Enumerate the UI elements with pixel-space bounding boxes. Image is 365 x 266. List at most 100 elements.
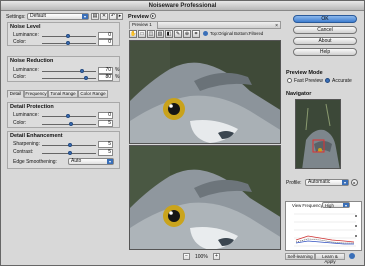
delete-preset-icon[interactable]: ✕ xyxy=(100,13,108,20)
chevron-down-icon: ▾ xyxy=(342,180,348,185)
settings-select-value: Default xyxy=(30,13,46,19)
view-frequency-select[interactable]: High ▾ xyxy=(322,202,350,208)
hand-tool-icon[interactable]: ✋ xyxy=(129,30,137,38)
ok-button[interactable]: OK xyxy=(293,15,357,23)
preview-original-image[interactable] xyxy=(129,40,281,144)
single-view-icon[interactable]: □ xyxy=(138,30,146,38)
detail-enhancement-group: Detail Enhancement Sharpening: 5 Contras… xyxy=(7,131,120,169)
detail-protection-color-thumb[interactable] xyxy=(69,122,73,126)
cancel-button[interactable]: Cancel xyxy=(293,26,357,34)
split-view-icon[interactable]: ◫ xyxy=(147,30,155,38)
chevron-down-icon: ▾ xyxy=(343,203,349,208)
preview-menu-icon[interactable]: ▸ xyxy=(150,13,156,19)
preview-title: Preview xyxy=(128,14,149,20)
tab-color-range[interactable]: Color Range xyxy=(78,90,108,98)
fast-preview-label: Fast Preview xyxy=(294,78,323,84)
save-preset-icon[interactable]: ▤ xyxy=(91,13,99,20)
tab-self-learning[interactable]: Self-learning xyxy=(285,253,315,260)
noise-reduction-title: Noise Reduction xyxy=(10,58,54,64)
profile-label: Profile: xyxy=(286,180,302,186)
contrast-label: Contrast: xyxy=(13,149,34,155)
noise-level-group: Noise Level Luminance: 0 Color: 0 xyxy=(7,22,120,46)
menu-icon[interactable]: ▸ xyxy=(117,13,123,20)
profile-tabs: Self-learning Learn & Apply xyxy=(285,253,362,264)
navigator-title: Navigator xyxy=(286,91,312,97)
detail-protection-luminance-thumb[interactable] xyxy=(66,114,70,118)
noise-reduction-luminance-field[interactable]: 70 xyxy=(98,67,113,74)
help-button[interactable]: Help xyxy=(293,48,357,56)
tab-detail[interactable]: Detail xyxy=(7,90,24,98)
view-frequency-value: High xyxy=(325,203,334,208)
noise-reduction-color-unit: % xyxy=(115,74,120,80)
noise-reduction-luminance-label: Luminance: xyxy=(13,67,39,73)
tab-frequency[interactable]: Frequency xyxy=(24,90,48,98)
accurate-radio[interactable] xyxy=(325,78,330,83)
edge-smoothening-label: Edge Smoothening: xyxy=(13,159,57,165)
noise-level-color-label: Color: xyxy=(13,39,27,45)
chevron-down-icon: ▾ xyxy=(82,14,88,19)
control-panel: OK Cancel About Help Preview Mode Fast P… xyxy=(283,12,364,265)
settings-select[interactable]: Default ▾ xyxy=(27,13,89,20)
plugin-window: Noiseware Professional Settings: Default… xyxy=(0,0,365,266)
sharpening-thumb[interactable] xyxy=(68,143,72,147)
fast-preview-radio[interactable] xyxy=(287,78,292,83)
preview-panel: Preview ▸ Preview 1 × ✋ □ ◫ ▥ ◧ ✎ ⊕ ⌗ To… xyxy=(125,12,281,265)
preview-toolbar: ✋ □ ◫ ▥ ◧ ✎ ⊕ ⌗ Top:Original Bottom:Filt… xyxy=(129,30,281,39)
settings-label: Settings: xyxy=(6,14,26,20)
noise-level-color-field[interactable]: 0 xyxy=(98,39,113,46)
detail-protection-luminance-field[interactable]: 0 xyxy=(98,112,113,119)
window-title: Noiseware Professional xyxy=(1,1,364,11)
detail-protection-color-field[interactable]: 5 xyxy=(98,120,113,127)
detail-protection-color-label: Color: xyxy=(13,120,27,126)
info-icon[interactable] xyxy=(349,253,355,259)
settings-panel: Settings: Default ▾ ▤ ✕ ↶ ▸ Noise Level … xyxy=(3,12,123,265)
noise-reduction-luminance-thumb[interactable] xyxy=(80,69,84,73)
tab-learn-apply[interactable]: Learn & Apply xyxy=(315,253,345,264)
preview-tab-strip: Preview 1 × xyxy=(129,21,281,29)
sharpening-field[interactable]: 5 xyxy=(98,141,113,148)
detail-protection-luminance-label: Luminance: xyxy=(13,112,39,118)
info-icon xyxy=(203,31,208,36)
noise-profile-graph: View Frequency: High ▾ xyxy=(285,201,362,251)
noise-level-luminance-label: Luminance: xyxy=(13,32,39,38)
noise-reduction-color-label: Color: xyxy=(13,74,27,80)
compare-icon[interactable]: ◧ xyxy=(165,30,173,38)
noise-level-color-thumb[interactable] xyxy=(66,41,70,45)
edge-smoothening-value: Auto xyxy=(71,158,82,164)
profile-select[interactable]: Automatic ▾ xyxy=(305,179,349,186)
crop-icon[interactable]: ⌗ xyxy=(192,30,200,38)
noise-reduction-luminance-slider[interactable] xyxy=(42,71,96,72)
edge-smoothening-select[interactable]: Auto ▾ xyxy=(68,158,114,165)
accurate-label: Accurate xyxy=(332,78,352,84)
noise-level-luminance-field[interactable]: 0 xyxy=(98,32,113,39)
sharpening-label: Sharpening: xyxy=(13,141,40,147)
detail-protection-title: Detail Protection xyxy=(10,104,54,110)
zoom-bar: − 100% + xyxy=(125,252,281,262)
noise-reduction-luminance-unit: % xyxy=(115,67,120,73)
profile-select-value: Automatic xyxy=(308,179,331,185)
contrast-thumb[interactable] xyxy=(68,151,72,155)
detail-enhancement-title: Detail Enhancement xyxy=(10,133,63,139)
zoom-level: 100% xyxy=(195,254,208,260)
noise-level-luminance-thumb[interactable] xyxy=(66,34,70,38)
close-icon[interactable]: × xyxy=(275,23,278,29)
noise-level-title: Noise Level xyxy=(10,24,41,30)
about-button[interactable]: About xyxy=(293,37,357,45)
profile-menu-icon[interactable]: ▸ xyxy=(351,179,358,186)
contrast-field[interactable]: 5 xyxy=(98,149,113,156)
eyedropper-icon[interactable]: ✎ xyxy=(174,30,182,38)
preview-mode-title: Preview Mode xyxy=(286,70,323,76)
zoom-in-icon[interactable]: ⊕ xyxy=(183,30,191,38)
view-frequency-label: View Frequency: xyxy=(292,203,324,208)
dual-view-icon[interactable]: ▥ xyxy=(156,30,164,38)
detail-protection-group: Detail Protection Luminance: 0 Color: 5 xyxy=(7,102,120,128)
undo-icon[interactable]: ↶ xyxy=(109,13,117,20)
preview-filtered-image[interactable] xyxy=(129,145,281,250)
navigator-thumbnail[interactable] xyxy=(295,99,341,169)
noise-reduction-color-field[interactable]: 80 xyxy=(98,74,113,81)
noise-reduction-color-thumb[interactable] xyxy=(84,76,88,80)
zoom-in-button[interactable]: + xyxy=(213,253,220,260)
tab-preview-1[interactable]: Preview 1 xyxy=(130,22,158,29)
zoom-out-button[interactable]: − xyxy=(183,253,190,260)
tab-tonal-range[interactable]: Tonal Range xyxy=(48,90,78,98)
